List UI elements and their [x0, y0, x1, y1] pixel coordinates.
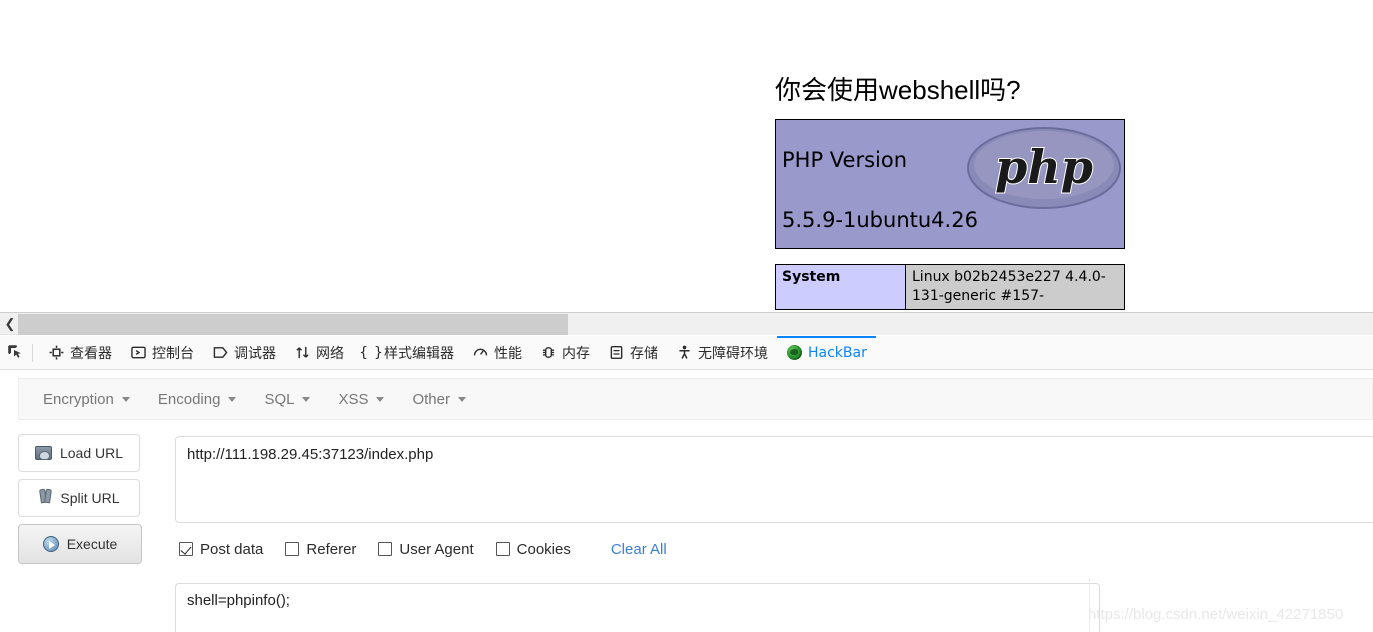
watermark-text: https://blog.csdn.net/weixin_42271850: [1088, 606, 1344, 623]
chevron-down-icon: [228, 396, 237, 402]
tab-label: 存储: [630, 345, 658, 362]
checkbox-box[interactable]: [378, 542, 393, 556]
table-cell-key: System: [775, 264, 906, 310]
tab-label: 调试器: [234, 345, 276, 362]
execute-button[interactable]: Execute: [18, 524, 142, 564]
tab-performance[interactable]: 性能: [463, 336, 531, 370]
load-url-icon: [34, 446, 52, 460]
chevron-down-icon: [302, 396, 311, 402]
memory-icon: [540, 344, 557, 361]
tab-label: 控制台: [152, 345, 194, 362]
menu-label: Encoding: [157, 390, 221, 408]
post-data-input[interactable]: shell=phpinfo();: [175, 583, 1100, 632]
url-input[interactable]: http://111.198.29.45:37123/index.php: [175, 436, 1373, 523]
tab-accessibility[interactable]: 无障碍环境: [667, 336, 777, 370]
chevron-down-icon: [457, 396, 466, 402]
checkbox-label: User Agent: [399, 540, 474, 558]
tab-hackbar[interactable]: HackBar: [777, 335, 876, 370]
style-editor-icon: { }: [359, 344, 382, 361]
tab-label: 无障碍环境: [698, 345, 768, 362]
checkbox-cookies[interactable]: Cookies: [495, 540, 571, 558]
tab-console[interactable]: 控制台: [121, 336, 203, 370]
tab-label: 性能: [494, 345, 522, 362]
menu-label: Encryption: [43, 390, 114, 408]
hackbar-icon: [786, 344, 803, 361]
menu-label: Other: [412, 390, 450, 408]
tab-storage[interactable]: 存储: [599, 336, 667, 370]
tab-label: HackBar: [808, 344, 867, 361]
chevron-down-icon: [121, 396, 130, 402]
performance-icon: [472, 344, 489, 361]
horizontal-scrollbar-thumb[interactable]: [18, 314, 568, 335]
hackbar-menubar: Encryption Encoding SQL XSS Other: [18, 378, 1373, 420]
menu-label: SQL: [264, 390, 295, 408]
checkbox-referer[interactable]: Referer: [285, 541, 356, 558]
tab-label: 查看器: [70, 345, 112, 362]
table-row: System Linux b02b2453e227 4.4.0-131-gene…: [775, 264, 1125, 310]
chevron-down-icon: [376, 396, 385, 402]
menu-encoding[interactable]: Encoding: [144, 385, 251, 414]
phpinfo-table: System Linux b02b2453e227 4.4.0-131-gene…: [775, 264, 1125, 310]
tab-style-editor[interactable]: { } 样式编辑器: [353, 336, 463, 370]
toolbar-divider: [32, 343, 33, 362]
storage-icon: [608, 344, 625, 361]
network-icon: [294, 344, 311, 361]
browser-page-content: 你会使用webshell吗? PHP Version 5.5.9-1ubuntu…: [0, 0, 1373, 312]
checkbox-post-data[interactable]: Post data: [179, 541, 263, 558]
tab-label: 网络: [316, 345, 344, 362]
tab-debugger[interactable]: 调试器: [203, 336, 285, 370]
table-cell-value: Linux b02b2453e227 4.4.0-131-generic #15…: [905, 264, 1125, 310]
debugger-icon: [212, 344, 229, 361]
accessibility-icon: [676, 344, 693, 361]
button-label: Split URL: [60, 490, 120, 506]
menu-xss[interactable]: XSS: [324, 385, 398, 414]
hackbar-action-buttons: Load URL Split URL Execute: [18, 434, 164, 571]
menu-sql[interactable]: SQL: [250, 385, 324, 414]
tab-label: 内存: [562, 345, 590, 362]
tab-memory[interactable]: 内存: [531, 336, 599, 370]
element-picker-icon[interactable]: [0, 336, 30, 370]
svg-text:php: php: [995, 140, 1093, 194]
clear-all-link[interactable]: Clear All: [611, 541, 667, 558]
screenshot-root: 你会使用webshell吗? PHP Version 5.5.9-1ubuntu…: [0, 0, 1373, 632]
checkbox-box-checked[interactable]: [179, 542, 193, 556]
checkbox-box[interactable]: [495, 542, 510, 556]
phpinfo-table-body: System Linux b02b2453e227 4.4.0-131-gene…: [775, 264, 1125, 310]
button-label: Execute: [66, 536, 118, 552]
page-title: 你会使用webshell吗?: [775, 75, 1021, 105]
button-label: Load URL: [59, 445, 124, 461]
php-logo-icon: php: [967, 127, 1121, 209]
console-icon: [130, 344, 147, 361]
devtools-splitter[interactable]: ❮: [0, 312, 1373, 335]
checkbox-label: Post data: [200, 540, 264, 558]
watermark-bar: [1089, 578, 1090, 632]
checkbox-label: Cookies: [516, 540, 571, 558]
hackbar-options-row: Post data Referer User Agent Cookies Cle…: [179, 537, 667, 561]
tab-inspector[interactable]: 查看器: [39, 336, 121, 370]
menu-other[interactable]: Other: [398, 385, 480, 414]
inspector-icon: [48, 344, 65, 361]
checkbox-label: Referer: [306, 540, 357, 558]
checkbox-user-agent[interactable]: User Agent: [378, 540, 474, 558]
tab-network[interactable]: 网络: [285, 336, 353, 370]
devtools-toolbar: 查看器 控制台 调试器 网络 {} 样式编辑器 性能 内存 存储 无障碍环境 …: [0, 335, 1373, 370]
split-url-button[interactable]: Split URL: [18, 479, 140, 517]
horizontal-scrollbar[interactable]: [18, 314, 1373, 335]
tab-label: 样式编辑器: [384, 345, 454, 362]
split-url-icon: [38, 489, 52, 507]
execute-play-icon: [42, 536, 59, 552]
checkbox-box[interactable]: [285, 542, 300, 556]
load-url-button[interactable]: Load URL: [18, 434, 140, 472]
chevron-left-icon[interactable]: ❮: [3, 316, 17, 332]
menu-label: XSS: [338, 390, 369, 408]
php-version-label: PHP Version: [782, 148, 908, 172]
php-version-banner: PHP Version 5.5.9-1ubuntu4.26 php: [775, 119, 1125, 249]
menu-encryption[interactable]: Encryption: [29, 385, 144, 414]
php-version-value: 5.5.9-1ubuntu4.26: [782, 208, 978, 232]
